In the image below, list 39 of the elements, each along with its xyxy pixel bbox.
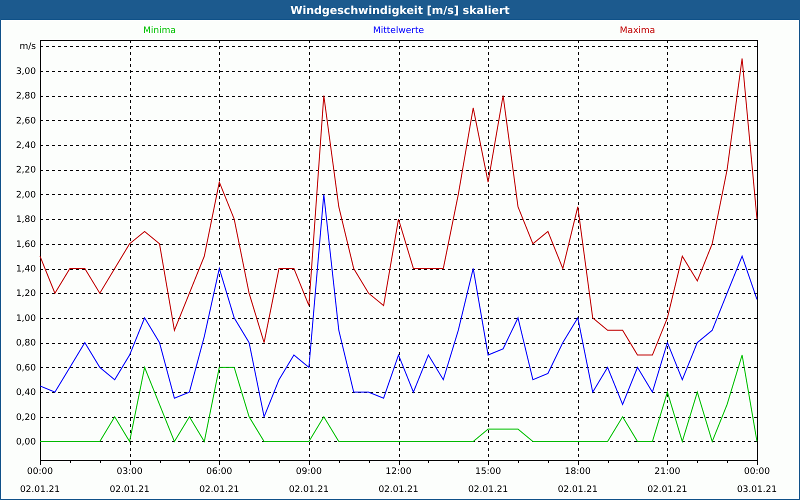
x-tick-date: 02.01.21 (647, 485, 688, 495)
legend-label: Mittelwerte (372, 26, 424, 36)
y-tick-label: 0,60 (16, 363, 36, 374)
y-tick-label: 1,80 (16, 215, 36, 226)
y-tick-label: 0,40 (16, 388, 36, 398)
y-tick-label: 0,20 (16, 412, 36, 423)
y-tick-label: 1,60 (16, 240, 36, 250)
legend-label: Minima (143, 26, 176, 36)
x-tick-label: 06:00 (206, 467, 232, 477)
x-tick-date: 02.01.21 (199, 485, 240, 495)
x-tick-date: 03.01.21 (736, 485, 778, 495)
y-tick-label: 2,60 (16, 116, 36, 126)
x-tick-date: 02.01.21 (288, 485, 329, 495)
x-tick-label: 15:00 (475, 467, 502, 477)
x-tick-date: 02.01.21 (378, 485, 419, 495)
y-tick-label: 1,00 (16, 314, 36, 324)
x-tick-label: 18:00 (564, 467, 591, 477)
y-tick-label: 1,40 (16, 264, 36, 275)
y-tick-label: 2,20 (16, 166, 36, 176)
x-tick-label: 09:00 (296, 467, 322, 477)
x-tick-date: 02.01.21 (20, 485, 60, 495)
y-tick-label: 2,40 (16, 141, 36, 151)
y-tick-label: 0,00 (16, 437, 36, 448)
x-tick-date: 02.01.21 (558, 485, 598, 495)
y-tick-label: 2,00 (16, 190, 36, 200)
y-axis-unit: m/s (20, 42, 36, 52)
y-tick-label: 0,80 (16, 338, 36, 349)
y-tick-label: 3,00 (16, 66, 36, 77)
x-tick-date: 02.01.21 (110, 485, 150, 495)
x-tick-date: 02.01.21 (468, 485, 508, 495)
y-tick-label: 2,80 (16, 92, 36, 102)
x-tick-label: 03:00 (116, 467, 143, 477)
x-tick-label: 00:00 (744, 467, 770, 477)
y-tick-label: 1,20 (16, 289, 36, 300)
window-title: Windgeschwindigkeit [m/s] skaliert (0, 0, 800, 20)
x-tick-label: 00:00 (27, 467, 53, 477)
x-tick-label: 21:00 (654, 467, 680, 477)
x-tick-label: 12:00 (386, 467, 412, 477)
legend-label: Maxima (620, 26, 656, 36)
